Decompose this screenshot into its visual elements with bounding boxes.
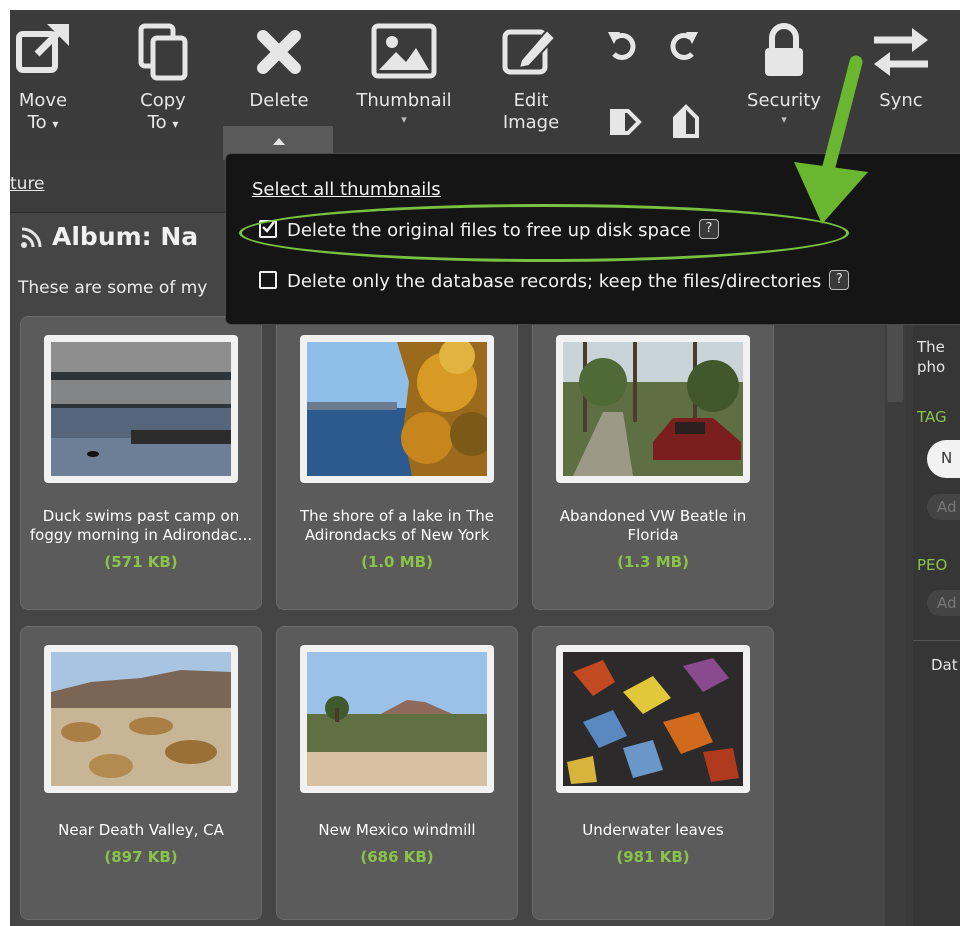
thumbnail-button[interactable]: Thumbnail ▾ (350, 20, 458, 126)
edit-icon (502, 28, 557, 75)
divider (913, 640, 960, 641)
thumbnail-caption: Abandoned VW Beatle in Florida (1.3 MB) (539, 507, 767, 572)
photo-lake-shore (307, 342, 487, 476)
copy-to-button[interactable]: Copy To ▾ (126, 20, 200, 135)
file-size: (981 KB) (616, 848, 690, 866)
select-all-thumbnails-link[interactable]: Select all thumbnails (252, 179, 441, 200)
edit-image-button[interactable]: Edit Image (496, 20, 566, 134)
thumbnail-card[interactable]: Duck swims past camp on foggy morning in… (20, 316, 262, 610)
add-person-input[interactable]: Ad (927, 590, 960, 616)
thumbnail-caption: Underwater leaves (981 KB) (539, 821, 767, 867)
thumbnail-image[interactable] (556, 335, 750, 483)
thumbnail-label: Thumbnail (356, 90, 452, 111)
thumbnail-card[interactable]: The shore of a lake in The Adirondacks o… (276, 316, 518, 610)
photo-death-valley (51, 652, 231, 786)
delete-icon (257, 30, 301, 74)
highlight-ellipse (239, 204, 849, 262)
thumbnail-image[interactable] (44, 645, 238, 793)
copy-label: Copy (140, 90, 186, 111)
flip-vertical-icon[interactable] (670, 104, 702, 140)
album-title: Album: Na (20, 222, 198, 251)
thumbnail-card[interactable]: Abandoned VW Beatle in Florida (1.3 MB) (532, 316, 774, 610)
thumbnail-card[interactable]: Near Death Valley, CA (897 KB) (20, 626, 262, 920)
file-size: (1.0 MB) (361, 553, 433, 571)
thumbnail-icon (371, 23, 437, 79)
album-title-text: Album: Na (52, 222, 199, 251)
annotation-arrow-icon (794, 55, 868, 224)
chevron-up-icon (273, 138, 285, 145)
thumbnail-card[interactable]: New Mexico windmill (686 KB) (276, 626, 518, 920)
photo-foggy-lake (51, 342, 231, 476)
tag-chip[interactable]: N (927, 440, 960, 478)
people-label: PEO (917, 556, 948, 574)
move-label: Move (18, 90, 68, 111)
chevron-down-icon: ▾ (52, 117, 59, 131)
chevron-down-icon: ▾ (401, 113, 407, 126)
edit-sub-label: Image (502, 112, 560, 133)
move-sub-label: To ▾ (27, 112, 59, 133)
copy-sub-label: To ▾ (147, 112, 179, 133)
album-description: These are some of my (18, 278, 208, 298)
rotate-right-icon[interactable] (666, 28, 700, 62)
thumbnail-caption: The shore of a lake in The Adirondacks o… (283, 507, 511, 572)
file-size: (1.3 MB) (617, 553, 689, 571)
flip-horizontal-icon[interactable] (608, 106, 642, 138)
move-icon (16, 24, 69, 73)
thumbnail-caption: Near Death Valley, CA (897 KB) (27, 821, 255, 867)
tags-label: TAG (917, 408, 947, 426)
thumbnail-image[interactable] (300, 335, 494, 483)
date-label: Dat (931, 656, 958, 674)
chevron-down-icon: ▾ (172, 117, 179, 131)
thumbnail-caption: Duck swims past camp on foggy morning in… (27, 507, 255, 572)
file-size: (571 KB) (104, 553, 178, 571)
copy-icon (138, 23, 188, 81)
delete-button[interactable]: Delete (244, 20, 314, 112)
rss-icon (21, 227, 42, 248)
checkbox-unchecked[interactable] (259, 271, 277, 289)
thumbnail-card[interactable]: Underwater leaves (981 KB) (532, 626, 774, 920)
edit-label: Edit (513, 90, 549, 111)
move-to-button[interactable]: Move To ▾ (10, 20, 76, 135)
breadcrumb[interactable]: ture (10, 174, 45, 194)
thumbnail-caption: New Mexico windmill (686 KB) (283, 821, 511, 867)
thumbnail-image[interactable] (300, 645, 494, 793)
photo-new-mexico (307, 652, 487, 786)
app-window: Move To ▾ Copy To ▾ Delete Thumbnail ▾ E… (10, 10, 960, 926)
file-size: (897 KB) (104, 848, 178, 866)
help-icon[interactable]: ? (829, 270, 850, 290)
delete-records-label: Delete only the database records; keep t… (287, 271, 822, 292)
add-tag-input[interactable]: Ad (927, 494, 960, 520)
thumbnail-image[interactable] (44, 335, 238, 483)
right-panel-text-2: pho (917, 358, 946, 376)
thumbnail-image[interactable] (556, 645, 750, 793)
delete-label: Delete (249, 90, 309, 111)
right-panel-text-1: The (917, 338, 945, 356)
rotate-left-icon[interactable] (606, 28, 640, 62)
file-size: (686 KB) (360, 848, 434, 866)
photo-underwater-leaves (563, 652, 743, 786)
delete-records-option[interactable]: Delete only the database records; keep t… (259, 270, 850, 292)
photo-abandoned-car (563, 342, 743, 476)
